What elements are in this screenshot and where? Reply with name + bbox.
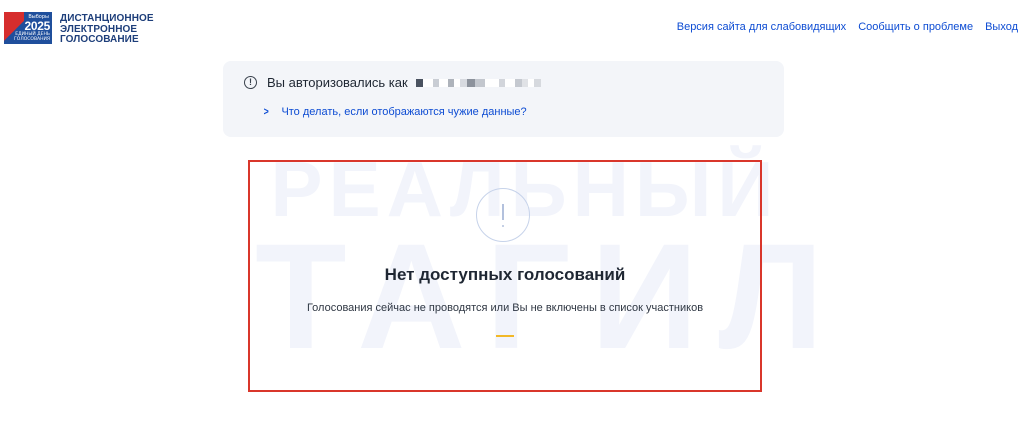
badge-year: 2025 xyxy=(24,19,51,33)
exclamation-circle-icon xyxy=(476,188,530,242)
accent-divider xyxy=(496,335,514,337)
auth-label: Вы авторизовались как xyxy=(267,75,408,90)
election-2025-badge: Выборы 2025 ЕДИНЫЙ ДЕНЬ ГОЛОСОВАНИЯ xyxy=(4,12,52,44)
no-votings-card: Нет доступных голосований Голосования се… xyxy=(248,160,762,392)
card-subtitle: Голосования сейчас не проводятся или Вы … xyxy=(306,302,704,314)
other-data-help[interactable]: > Что делать, если отображаются чужие да… xyxy=(263,106,527,118)
logo-title-line-3: ГОЛОСОВАНИЕ xyxy=(60,34,139,45)
site-logo[interactable]: Выборы 2025 ЕДИНЫЙ ДЕНЬ ГОЛОСОВАНИЯ ДИСТ… xyxy=(4,12,154,46)
auth-info-panel: ! Вы авторизовались как > Что делать, ес… xyxy=(223,61,784,137)
chevron-right-icon: > xyxy=(263,106,269,118)
logo-title: ДИСТАНЦИОННОЕ ЭЛЕКТРОННОЕ ГОЛОСОВАНИЕ xyxy=(60,12,154,46)
other-data-help-link[interactable]: Что делать, если отображаются чужие данн… xyxy=(281,106,526,118)
accessible-version-link[interactable]: Версия сайта для слабовидящих xyxy=(677,21,846,33)
info-icon: ! xyxy=(244,76,257,89)
top-navigation: Версия сайта для слабовидящих Сообщить о… xyxy=(677,21,1018,33)
logout-link[interactable]: Выход xyxy=(985,21,1018,33)
logo-title-line-1: ДИСТАНЦИОННОЕ xyxy=(60,13,154,24)
card-title: Нет доступных голосований xyxy=(384,265,626,284)
auth-row: ! Вы авторизовались как xyxy=(244,75,541,90)
redacted-user-name xyxy=(415,78,541,87)
report-problem-link[interactable]: Сообщить о проблеме xyxy=(858,21,973,33)
badge-line-2: ГОЛОСОВАНИЯ xyxy=(14,37,50,42)
